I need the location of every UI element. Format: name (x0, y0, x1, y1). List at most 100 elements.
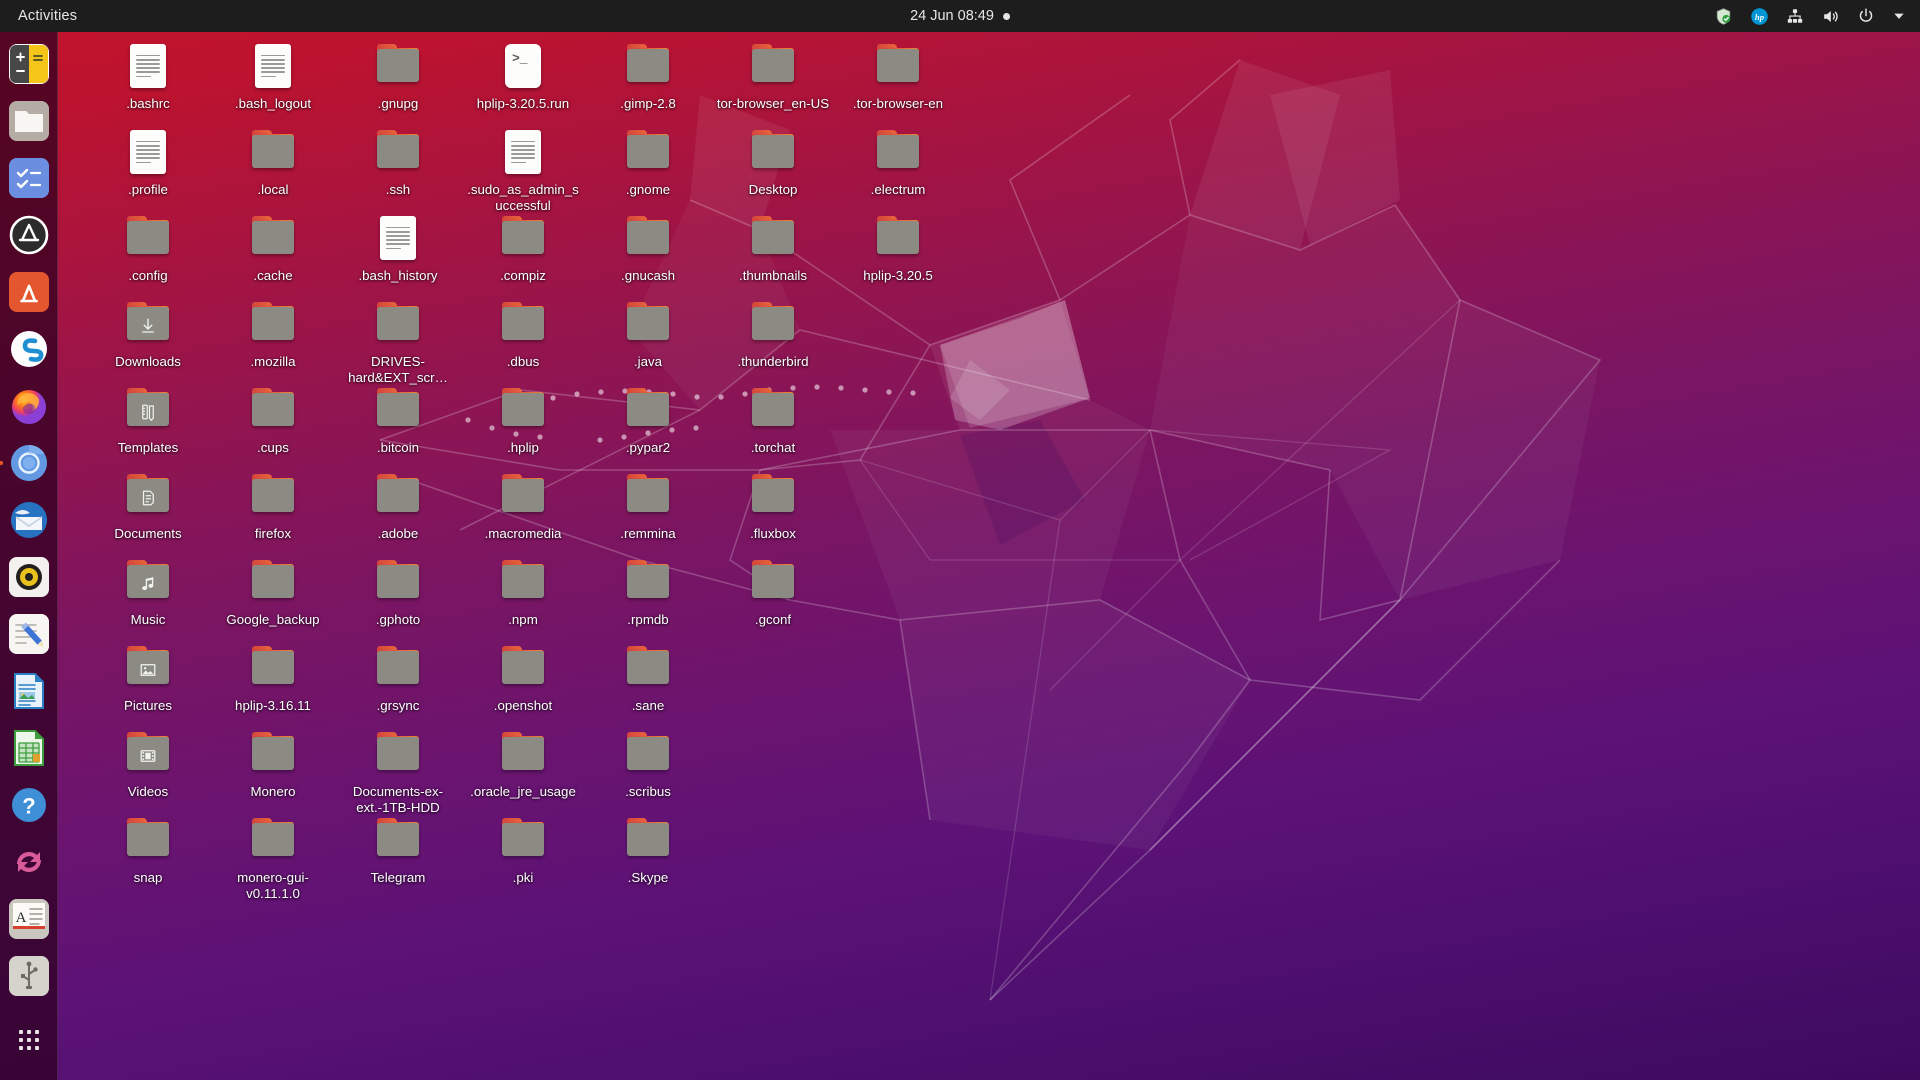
desktop-icon[interactable]: .npm (462, 554, 584, 628)
desktop-icon[interactable]: .dbus (462, 296, 584, 370)
dock-item-dictionary[interactable]: A (5, 895, 53, 943)
text-file-icon (130, 44, 166, 88)
desktop-icon[interactable]: .macromedia (462, 468, 584, 542)
desktop-icon[interactable]: .profile (87, 124, 209, 198)
desktop-icon[interactable]: .tor-browser-en (837, 38, 959, 112)
desktop-icon[interactable]: .bitcoin (337, 382, 459, 456)
desktop-icon-label: .cache (253, 268, 293, 283)
desktop-icon[interactable]: hplip-3.16.11 (212, 640, 334, 714)
desktop-icon[interactable]: .cache (212, 210, 334, 284)
desktop-icon[interactable]: .thunderbird (712, 296, 834, 370)
firefox-icon (9, 386, 49, 426)
desktop-icon[interactable]: .gimp-2.8 (587, 38, 709, 112)
power-icon[interactable] (1857, 7, 1875, 25)
desktop-icon[interactable]: .gconf (712, 554, 834, 628)
desktop-icon[interactable]: .gphoto (337, 554, 459, 628)
show-applications-button[interactable] (5, 1016, 53, 1064)
desktop-icon[interactable]: hplip-3.20.5 (837, 210, 959, 284)
desktop-icon-label: .java (633, 354, 663, 369)
desktop-icon[interactable]: .local (212, 124, 334, 198)
desktop-icon[interactable]: .gnupg (337, 38, 459, 112)
desktop-icon[interactable]: .grsync (337, 640, 459, 714)
desktop-icon-art (249, 644, 297, 692)
desktop-icon-label: .config (128, 268, 168, 283)
dock-item-help[interactable]: ? (5, 781, 53, 829)
dock-item-software-updater-sync[interactable] (5, 838, 53, 886)
desktop-icon[interactable]: firefox (212, 468, 334, 542)
desktop-icon[interactable]: .Skype (587, 812, 709, 886)
desktop-icon[interactable]: .mozilla (212, 296, 334, 370)
dock-item-libreoffice-writer[interactable] (5, 667, 53, 715)
desktop-icon-art (749, 214, 797, 262)
desktop-icon[interactable]: .electrum (837, 124, 959, 198)
desktop-icon[interactable]: Pictures (87, 640, 209, 714)
desktop-icon[interactable]: .hplip (462, 382, 584, 456)
desktop-icon-art (374, 300, 422, 348)
desktop-icon-label: .cups (257, 440, 289, 455)
dock-item-text-editor[interactable] (5, 610, 53, 658)
dock-item-chromium[interactable] (0, 439, 53, 487)
desktop-icon[interactable]: .sudo_as_admin_successful (462, 124, 584, 213)
hp-logo-icon[interactable]: hp (1750, 7, 1769, 26)
desktop-icon[interactable]: .adobe (337, 468, 459, 542)
dock-item-skype[interactable] (5, 325, 53, 373)
desktop-icon[interactable]: .torchat (712, 382, 834, 456)
desktop-icon[interactable]: Desktop (712, 124, 834, 198)
desktop-icon[interactable]: monero-gui-v0.11.1.0 (212, 812, 334, 901)
desktop-icon[interactable]: .bash_logout (212, 38, 334, 112)
desktop-icon[interactable]: Documents (87, 468, 209, 542)
desktop-icon[interactable]: .config (87, 210, 209, 284)
desktop-icon[interactable]: .gnucash (587, 210, 709, 284)
network-icon[interactable] (1786, 7, 1804, 25)
dock-item-rhythmbox[interactable] (5, 553, 53, 601)
desktop-icon[interactable]: .openshot (462, 640, 584, 714)
desktop-icon[interactable]: >_ hplip-3.20.5.run (462, 38, 584, 112)
dock-item-thunderbird[interactable] (5, 496, 53, 544)
desktop-icon[interactable]: .ssh (337, 124, 459, 198)
desktop-icon[interactable]: .fluxbox (712, 468, 834, 542)
clock-menu-button[interactable]: 24 Jun 08:49 (910, 8, 1010, 24)
desktop-icon[interactable]: .gnome (587, 124, 709, 198)
desktop-icon[interactable]: .rpmdb (587, 554, 709, 628)
desktop-icon-label: monero-gui-v0.11.1.0 (237, 870, 309, 901)
chevron-down-icon[interactable] (1892, 9, 1906, 23)
desktop-icon[interactable]: .bash_history (337, 210, 459, 284)
desktop-icon-label: hplip-3.16.11 (235, 698, 311, 713)
desktop-icon[interactable]: .cups (212, 382, 334, 456)
volume-icon[interactable] (1821, 7, 1840, 26)
desktop-icon[interactable]: Google_backup (212, 554, 334, 628)
desktop-icon[interactable]: .scribus (587, 726, 709, 800)
dock-item-usb-creator[interactable] (5, 952, 53, 1000)
desktop-icon[interactable]: .oracle_jre_usage (462, 726, 584, 800)
dock-item-libreoffice-calc[interactable] (5, 724, 53, 772)
activities-button[interactable]: Activities (18, 8, 77, 24)
shield-icon[interactable] (1714, 7, 1733, 26)
desktop-icon[interactable]: DRIVES-hard&EXT_scr… (337, 296, 459, 385)
desktop-icon[interactable]: Telegram (337, 812, 459, 886)
desktop-icon[interactable]: .sane (587, 640, 709, 714)
desktop-icon[interactable]: Documents-ex-ext.-1TB-HDD (337, 726, 459, 815)
desktop-icon[interactable]: .compiz (462, 210, 584, 284)
dock: ? A (0, 32, 58, 1080)
desktop-icon[interactable]: Music (87, 554, 209, 628)
desktop-icon[interactable]: .thumbnails (712, 210, 834, 284)
desktop-icon[interactable]: Templates (87, 382, 209, 456)
desktop-icon[interactable]: .java (587, 296, 709, 370)
desktop-icon[interactable]: tor-browser_en-US (712, 38, 834, 112)
desktop-icon[interactable]: Monero (212, 726, 334, 800)
desktop-icon[interactable]: .bashrc (87, 38, 209, 112)
desktop-icon[interactable]: .remmina (587, 468, 709, 542)
desktop-icon[interactable]: snap (87, 812, 209, 886)
dock-item-files[interactable] (5, 97, 53, 145)
dock-item-todo[interactable] (5, 154, 53, 202)
desktop-icon-label: .compiz (500, 268, 546, 283)
dock-item-calculator[interactable] (5, 40, 53, 88)
dock-item-ubuntu-software-updates[interactable] (5, 211, 53, 259)
dock-item-ubuntu-software[interactable] (5, 268, 53, 316)
desktop-icon[interactable]: Downloads (87, 296, 209, 370)
desktop-icon[interactable]: .pypar2 (587, 382, 709, 456)
system-indicators: hp (1714, 7, 1906, 26)
desktop-icon[interactable]: Videos (87, 726, 209, 800)
dock-item-firefox[interactable] (5, 382, 53, 430)
desktop-icon[interactable]: .pki (462, 812, 584, 886)
